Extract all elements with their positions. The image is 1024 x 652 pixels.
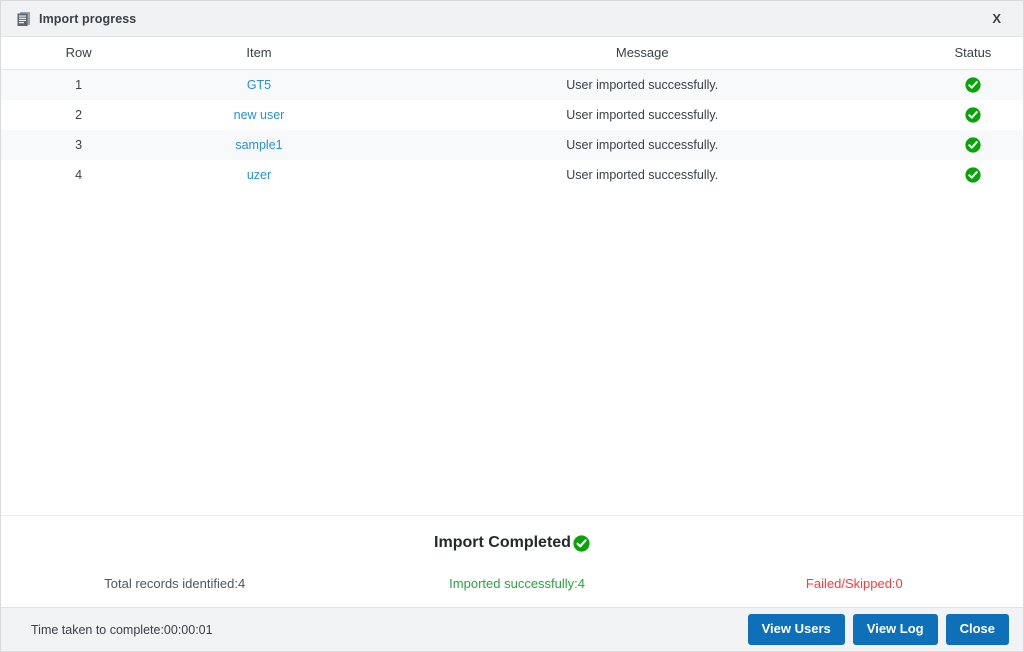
- cell-row-number: 4: [1, 160, 157, 190]
- cell-item: uzer: [156, 160, 362, 190]
- table-row: 3 sample1 User imported successfully.: [1, 130, 1023, 160]
- cell-row-number: 1: [1, 69, 157, 100]
- import-results-table: Row Item Message Status 1 GT5 User impor…: [1, 37, 1023, 190]
- table-row: 4 uzer User imported successfully.: [1, 160, 1023, 190]
- success-check-icon: [965, 137, 981, 153]
- table-row: 2 new user User imported successfully.: [1, 100, 1023, 130]
- cell-status: [922, 69, 1023, 100]
- column-header-row: Row: [1, 37, 157, 70]
- dialog-footer: Time taken to complete:00:00:01 View Use…: [1, 607, 1023, 651]
- cell-status: [922, 160, 1023, 190]
- item-link[interactable]: new user: [234, 108, 285, 122]
- cell-item: GT5: [156, 69, 362, 100]
- summary-stats: Total records identified:4 Imported succ…: [1, 576, 1023, 591]
- close-button[interactable]: Close: [945, 614, 1009, 645]
- column-header-message: Message: [361, 37, 923, 70]
- cell-row-number: 3: [1, 130, 157, 160]
- table-empty-space: [1, 190, 1023, 515]
- dialog-titlebar: Import progress X: [1, 1, 1023, 37]
- table-row: 1 GT5 User imported successfully.: [1, 69, 1023, 100]
- success-check-icon: [965, 107, 981, 123]
- cell-item: new user: [156, 100, 362, 130]
- column-header-item: Item: [156, 37, 362, 70]
- footer-button-group: View Users View Log Close: [747, 614, 1009, 645]
- table-header-row: Row Item Message Status: [1, 37, 1023, 70]
- table-body: 1 GT5 User imported successfully. 2 new …: [1, 69, 1023, 190]
- close-icon[interactable]: X: [984, 10, 1009, 27]
- cell-status: [922, 130, 1023, 160]
- time-taken-label: Time taken to complete:00:00:01: [31, 622, 213, 637]
- dialog-title: Import progress: [39, 11, 137, 26]
- column-header-status: Status: [922, 37, 1023, 70]
- summary-title-group: Import Completed: [1, 534, 1023, 552]
- cell-item: sample1: [156, 130, 362, 160]
- success-check-icon: [965, 77, 981, 93]
- stat-total-records: Total records identified:4: [104, 576, 246, 591]
- stat-imported-successfully: Imported successfully:4: [449, 576, 586, 591]
- cell-row-number: 2: [1, 100, 157, 130]
- import-summary: Import Completed Total records identifie…: [1, 515, 1023, 607]
- summary-title-text: Import Completed: [434, 534, 571, 551]
- item-link[interactable]: uzer: [247, 168, 271, 182]
- cell-message: User imported successfully.: [361, 130, 923, 160]
- document-icon: [17, 11, 31, 27]
- cell-status: [922, 100, 1023, 130]
- item-link[interactable]: GT5: [247, 78, 271, 92]
- success-check-icon: [965, 167, 981, 183]
- cell-message: User imported successfully.: [361, 69, 923, 100]
- view-log-button[interactable]: View Log: [852, 614, 938, 645]
- view-users-button[interactable]: View Users: [747, 614, 845, 645]
- stat-failed-skipped: Failed/Skipped:0: [805, 576, 903, 591]
- import-results-table-region: Row Item Message Status 1 GT5 User impor…: [1, 37, 1023, 515]
- success-check-icon: [573, 534, 590, 552]
- table-header: Row Item Message Status: [1, 37, 1023, 70]
- item-link[interactable]: sample1: [235, 138, 282, 152]
- import-progress-dialog: Import progress X Row Item Message Statu…: [0, 0, 1024, 652]
- cell-message: User imported successfully.: [361, 100, 923, 130]
- cell-message: User imported successfully.: [361, 160, 923, 190]
- titlebar-left-group: Import progress: [17, 11, 136, 27]
